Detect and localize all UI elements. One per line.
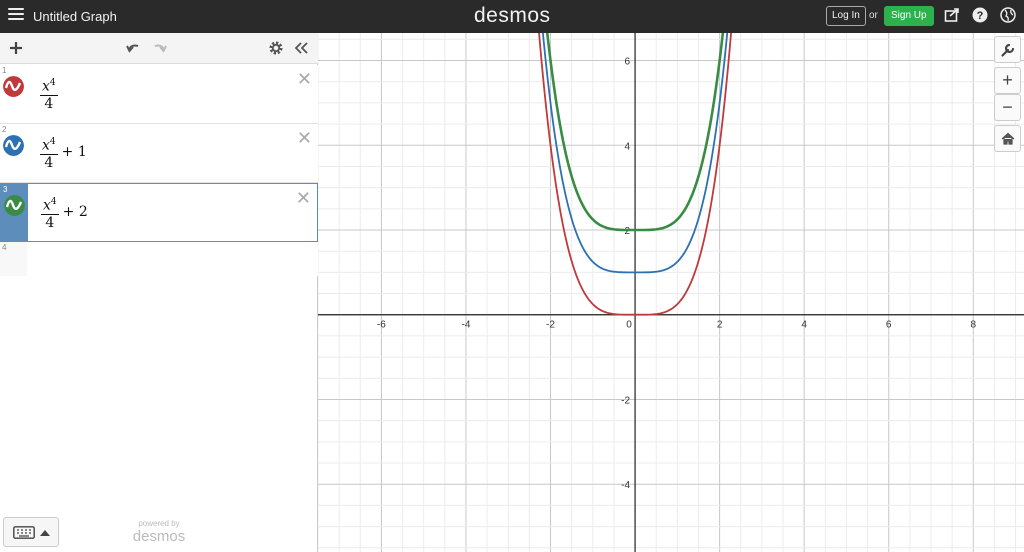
y-tick-label: 4 bbox=[625, 141, 631, 152]
hamburger-icon[interactable] bbox=[8, 8, 24, 22]
desmos-app: Untitled Graph desmos Log In or Sign Up … bbox=[0, 0, 1024, 552]
expression-tail: + 1 bbox=[61, 144, 87, 161]
caret-up-icon bbox=[40, 530, 50, 536]
expression-math[interactable]: x4 4 + 2 bbox=[41, 194, 88, 231]
denominator: 4 bbox=[44, 154, 54, 171]
expression-index: 4 bbox=[2, 243, 7, 252]
signup-button[interactable]: Sign Up bbox=[884, 6, 934, 26]
expression-row-selected[interactable]: 3 x4 4 + 2 ✕ bbox=[0, 183, 318, 242]
x-tick-label: 0 bbox=[626, 320, 632, 331]
plus-icon[interactable] bbox=[8, 40, 24, 56]
denominator: 4 bbox=[45, 214, 55, 231]
expression-panel: 1 x4 4 ✕ 2 x4 4 + 1 ✕ 3 x4 4 + 2 ✕ 4 pow… bbox=[0, 33, 318, 552]
y-tick-label: 2 bbox=[625, 226, 631, 237]
x-tick-label: 4 bbox=[801, 320, 807, 331]
x-tick-label: 6 bbox=[886, 320, 892, 331]
expression-row-empty[interactable]: 4 bbox=[0, 242, 318, 276]
graph-canvas[interactable]: -6 -4 -2 0 2 4 6 8 6 4 2 -2 -4 bbox=[318, 33, 1024, 552]
numerator-base: x bbox=[42, 137, 50, 154]
brand-logo: desmos bbox=[474, 4, 551, 27]
globe-icon[interactable] bbox=[1000, 7, 1016, 23]
double-chevron-left-icon[interactable] bbox=[293, 40, 309, 56]
zoom-out-button[interactable]: − bbox=[994, 94, 1021, 121]
numerator-exponent: 4 bbox=[49, 78, 56, 88]
numerator-exponent: 4 bbox=[49, 137, 56, 147]
x-tick-label: -4 bbox=[462, 320, 471, 331]
expression-index: 3 bbox=[3, 185, 8, 194]
x-tick-label: 2 bbox=[717, 320, 723, 331]
x-tick-label: -2 bbox=[546, 320, 555, 331]
keyboard-toggle-button[interactable] bbox=[3, 517, 59, 547]
expression-gutter: 4 bbox=[0, 242, 27, 276]
x-tick-label: -6 bbox=[377, 320, 386, 331]
expression-index: 2 bbox=[2, 125, 7, 134]
wrench-icon bbox=[1000, 43, 1014, 57]
expression-toolbar bbox=[0, 33, 318, 64]
default-view-button[interactable] bbox=[994, 125, 1021, 152]
numerator-base: x bbox=[43, 197, 51, 214]
share-icon[interactable] bbox=[944, 7, 960, 23]
top-bar: Untitled Graph desmos Log In or Sign Up … bbox=[0, 0, 1024, 33]
zoom-in-button[interactable]: + bbox=[994, 67, 1021, 94]
graph-settings-button[interactable] bbox=[994, 36, 1021, 63]
svg-text:?: ? bbox=[977, 10, 984, 22]
keyboard-icon bbox=[13, 526, 35, 539]
expression-gutter: 3 bbox=[1, 184, 28, 241]
expression-index: 1 bbox=[2, 66, 7, 75]
delete-expression-icon[interactable]: ✕ bbox=[297, 70, 312, 88]
login-button[interactable]: Log In bbox=[826, 6, 866, 26]
delete-expression-icon[interactable]: ✕ bbox=[297, 129, 312, 147]
powered-by-brand: desmos bbox=[132, 528, 186, 545]
powered-by-label: powered by bbox=[138, 519, 180, 528]
undo-icon[interactable] bbox=[125, 40, 141, 56]
denominator: 4 bbox=[44, 95, 54, 112]
y-tick-label: -4 bbox=[621, 480, 630, 491]
graph-title[interactable]: Untitled Graph bbox=[33, 9, 117, 24]
graph-color-icon[interactable] bbox=[3, 135, 24, 156]
x-tick-label: 8 bbox=[970, 320, 976, 331]
numerator-exponent: 4 bbox=[50, 197, 57, 207]
graph-paper[interactable]: -6 -4 -2 0 2 4 6 8 6 4 2 -2 -4 bbox=[318, 33, 1024, 552]
or-text: or bbox=[869, 10, 878, 21]
expression-math[interactable]: x4 4 + 1 bbox=[40, 134, 87, 171]
expression-tail: + 2 bbox=[62, 204, 88, 221]
help-icon[interactable]: ? bbox=[972, 7, 988, 23]
expression-row[interactable]: 2 x4 4 + 1 ✕ bbox=[0, 124, 318, 183]
expression-math[interactable]: x4 4 bbox=[40, 75, 62, 112]
delete-expression-icon[interactable]: ✕ bbox=[296, 189, 311, 207]
gear-icon[interactable] bbox=[268, 40, 284, 56]
expression-gutter: 2 bbox=[0, 124, 27, 182]
redo-icon[interactable] bbox=[152, 40, 168, 56]
y-tick-label: 6 bbox=[625, 57, 631, 68]
numerator-base: x bbox=[42, 78, 50, 95]
expression-row[interactable]: 1 x4 4 ✕ bbox=[0, 65, 318, 124]
powered-by-desmos[interactable]: powered by desmos bbox=[128, 519, 190, 545]
home-icon bbox=[1001, 132, 1014, 145]
graph-color-icon[interactable] bbox=[4, 195, 25, 216]
graph-color-icon[interactable] bbox=[3, 76, 24, 97]
expression-gutter: 1 bbox=[0, 65, 27, 123]
y-tick-label: -2 bbox=[621, 395, 630, 406]
